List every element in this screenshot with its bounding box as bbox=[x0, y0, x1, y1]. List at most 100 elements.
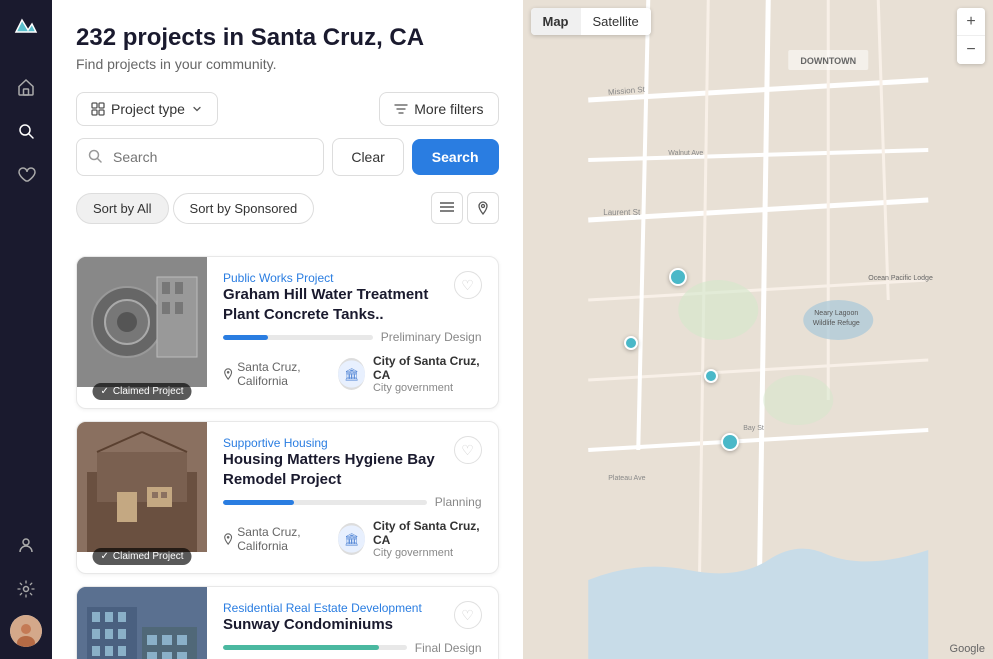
owner-type: City government bbox=[373, 382, 482, 394]
project-category: Supportive Housing bbox=[223, 436, 454, 450]
app-logo[interactable] bbox=[12, 12, 40, 45]
project-name: Housing Matters Hygiene Bay Remodel Proj… bbox=[223, 450, 446, 489]
list-view-button[interactable] bbox=[431, 192, 463, 224]
location-name: Santa Cruz, California bbox=[237, 360, 337, 388]
sort-row: Sort by All Sort by Sponsored bbox=[76, 192, 499, 224]
project-image-3 bbox=[77, 587, 207, 659]
progress-bar bbox=[223, 645, 379, 650]
map-pin[interactable] bbox=[669, 268, 687, 286]
svg-text:Ocean Pacific Lodge: Ocean Pacific Lodge bbox=[868, 275, 933, 282]
progress-bar-wrap bbox=[223, 645, 407, 650]
search-nav-icon[interactable] bbox=[8, 113, 44, 149]
map-type-controls: Map Satellite bbox=[531, 8, 651, 35]
project-info-2: Supportive Housing Housing Matters Hygie… bbox=[207, 422, 498, 573]
project-name: Sunway Condominiums bbox=[223, 615, 414, 635]
owner-details: City of Santa Cruz, CA City government bbox=[373, 354, 482, 394]
settings-nav-icon[interactable] bbox=[8, 571, 44, 607]
svg-text:DOWNTOWN: DOWNTOWN bbox=[800, 56, 856, 66]
more-filters-button[interactable]: More filters bbox=[379, 92, 498, 126]
project-image-2: ✓ Claimed Project bbox=[77, 422, 207, 573]
progress-label: Planning bbox=[435, 495, 482, 509]
progress-bar-wrap bbox=[223, 335, 373, 340]
project-location-row: Santa Cruz, California 🏛 City of Santa C… bbox=[223, 354, 482, 394]
location-icon bbox=[223, 532, 233, 546]
map-type-map-button[interactable]: Map bbox=[531, 8, 581, 35]
progress-label: Final Design bbox=[415, 641, 482, 655]
project-card: Residential Real Estate Development Sunw… bbox=[76, 586, 499, 659]
location-icon bbox=[223, 367, 233, 381]
map-container[interactable]: DOWNTOWN Mission St Walnut Ave Laurent S… bbox=[523, 0, 993, 659]
page-subtitle: Find projects in your community. bbox=[76, 56, 499, 72]
map-pin[interactable] bbox=[721, 433, 739, 451]
owner-logo: 🏛 bbox=[338, 523, 365, 555]
project-card: ✓ Claimed Project Supportive Housing Hou… bbox=[76, 421, 499, 574]
project-category: Public Works Project bbox=[223, 271, 454, 285]
filter-icon bbox=[394, 103, 408, 115]
favorite-button[interactable]: ♡ bbox=[454, 271, 482, 299]
location-text: Santa Cruz, California bbox=[223, 525, 338, 553]
owner-name: City of Santa Cruz, CA bbox=[373, 354, 482, 382]
svg-text:🏛: 🏛 bbox=[344, 367, 359, 381]
map-panel: DOWNTOWN Mission St Walnut Ave Laurent S… bbox=[523, 0, 993, 659]
svg-text:Walnut Ave: Walnut Ave bbox=[668, 150, 703, 157]
search-input[interactable] bbox=[76, 138, 324, 176]
project-type-icon bbox=[91, 102, 105, 116]
project-location-row: Santa Cruz, California 🏛 City of Santa C… bbox=[223, 519, 482, 559]
zoom-out-button[interactable]: − bbox=[957, 36, 985, 64]
map-background: DOWNTOWN Mission St Walnut Ave Laurent S… bbox=[523, 0, 993, 659]
sort-sponsored-tab[interactable]: Sort by Sponsored bbox=[173, 193, 315, 224]
search-input-icon bbox=[88, 149, 102, 166]
map-view-button[interactable] bbox=[467, 192, 499, 224]
location-text: Santa Cruz, California bbox=[223, 360, 338, 388]
project-category: Residential Real Estate Development bbox=[223, 601, 422, 615]
owner-info: 🏛 City of Santa Cruz, CA City government bbox=[338, 519, 482, 559]
favorite-button[interactable]: ♡ bbox=[454, 436, 482, 464]
svg-text:Bay St: Bay St bbox=[743, 425, 764, 432]
view-toggle bbox=[431, 192, 499, 224]
home-nav-icon[interactable] bbox=[8, 69, 44, 105]
map-pin[interactable] bbox=[624, 336, 638, 350]
svg-text:🏛: 🏛 bbox=[344, 532, 359, 546]
owner-type: City government bbox=[373, 547, 482, 559]
account-nav-icon[interactable] bbox=[8, 527, 44, 563]
sidebar bbox=[0, 0, 52, 659]
projects-list: ✓ Claimed Project Public Works Project G… bbox=[52, 256, 523, 659]
project-info-1: Public Works Project Graham Hill Water T… bbox=[207, 257, 498, 408]
owner-name: City of Santa Cruz, CA bbox=[373, 519, 482, 547]
progress-label: Preliminary Design bbox=[381, 330, 482, 344]
progress-row: Planning bbox=[223, 495, 482, 509]
progress-bar-wrap bbox=[223, 500, 427, 505]
project-name: Graham Hill Water Treatment Plant Concre… bbox=[223, 285, 446, 324]
location-name: Santa Cruz, California bbox=[237, 525, 337, 553]
progress-row: Final Design bbox=[223, 641, 482, 655]
map-pin[interactable] bbox=[704, 369, 718, 383]
user-avatar[interactable] bbox=[10, 615, 42, 647]
project-info-3: Residential Real Estate Development Sunw… bbox=[207, 587, 498, 659]
sort-tabs: Sort by All Sort by Sponsored bbox=[76, 193, 314, 224]
favorite-button[interactable]: ♡ bbox=[454, 601, 482, 629]
svg-text:Neary Lagoon: Neary Lagoon bbox=[814, 310, 858, 317]
owner-logo: 🏛 bbox=[338, 358, 365, 390]
page-title: 232 projects in Santa Cruz, CA bbox=[76, 24, 499, 52]
search-row: Clear Search bbox=[76, 138, 499, 176]
zoom-in-button[interactable]: + bbox=[957, 8, 985, 36]
map-type-satellite-button[interactable]: Satellite bbox=[581, 8, 651, 35]
claimed-badge: ✓ Claimed Project bbox=[93, 383, 192, 400]
svg-text:Wildlife Refuge: Wildlife Refuge bbox=[812, 320, 859, 327]
main-content: 232 projects in Santa Cruz, CA Find proj… bbox=[52, 0, 523, 659]
filters-row: Project type More filters bbox=[76, 92, 499, 126]
map-zoom-controls: + − bbox=[957, 8, 985, 64]
owner-info: 🏛 City of Santa Cruz, CA City government bbox=[338, 354, 482, 394]
svg-text:Laurent St: Laurent St bbox=[603, 208, 641, 217]
search-button[interactable]: Search bbox=[412, 139, 499, 175]
clear-button[interactable]: Clear bbox=[332, 138, 403, 176]
progress-bar bbox=[223, 500, 294, 505]
search-input-wrap bbox=[76, 138, 324, 176]
project-type-filter[interactable]: Project type bbox=[76, 92, 218, 126]
chevron-down-icon bbox=[191, 103, 203, 115]
project-type-label: Project type bbox=[111, 101, 185, 117]
heart-nav-icon[interactable] bbox=[8, 157, 44, 193]
project-card: ✓ Claimed Project Public Works Project G… bbox=[76, 256, 499, 409]
owner-details: City of Santa Cruz, CA City government bbox=[373, 519, 482, 559]
sort-all-tab[interactable]: Sort by All bbox=[76, 193, 169, 224]
